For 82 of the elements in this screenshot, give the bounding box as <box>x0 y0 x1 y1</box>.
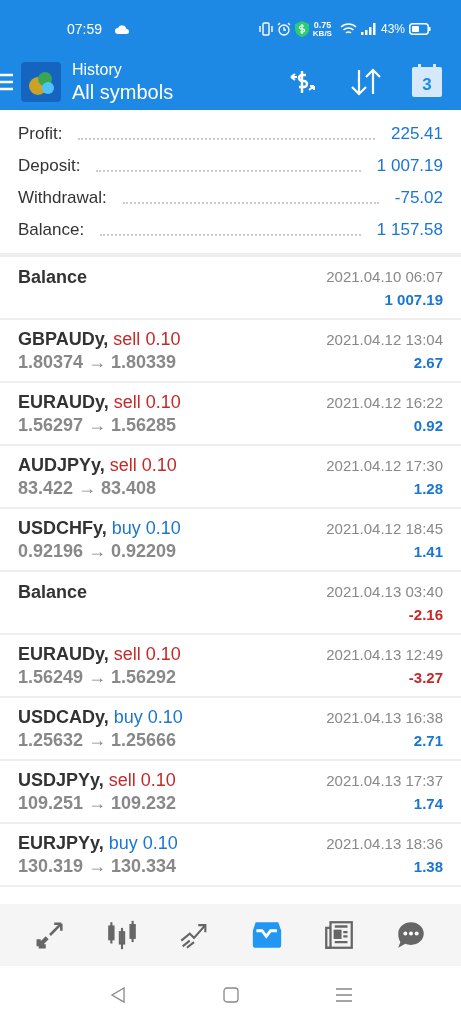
deal-time: 2021.04.13 03:40 <box>326 581 443 602</box>
wifi-icon <box>339 22 357 36</box>
deal-prices: 1.56297 → 1.56285 <box>18 413 178 437</box>
deal-symbol: USDCADy, <box>18 706 109 727</box>
summary-label: Balance: <box>18 218 85 241</box>
deal-amount: 1.28 <box>413 478 443 499</box>
deal-row[interactable]: EURAUDy, sell 0.10 1.56297 → 1.56285 2021.04.12 16:22 0.92 <box>0 383 461 446</box>
deal-symbol: AUDJPYy, <box>18 454 105 475</box>
deal-prices: 130.319 → 130.334 <box>18 854 178 878</box>
deal-time: 2021.04.13 17:37 <box>326 770 443 791</box>
deal-row[interactable]: EURAUDy, sell 0.10 1.56249 → 1.56292 2021.04.13 12:49 -3.27 <box>0 635 461 698</box>
deal-time: 2021.04.12 13:04 <box>326 329 443 350</box>
deal-amount: 1.74 <box>413 793 443 814</box>
deal-time: 2021.04.12 18:45 <box>326 518 443 539</box>
deal-volume: sell 0.10 <box>113 643 181 664</box>
deal-prices: 0.92196 → 0.92209 <box>18 539 178 563</box>
deal-volume: buy 0.10 <box>113 706 183 727</box>
deal-amount: 2.67 <box>413 352 443 373</box>
network-speed-unit: KB/S <box>312 29 332 38</box>
deal-row[interactable]: Balance 2021.04.13 03:40 -2.16 <box>0 572 461 635</box>
deal-time: 2021.04.10 06:07 <box>326 266 443 287</box>
deal-amount: 0.92 <box>413 415 443 436</box>
deal-time: 2021.04.13 16:38 <box>326 707 443 728</box>
alarm-icon <box>276 22 291 36</box>
deal-amount: 1.38 <box>413 856 443 877</box>
deal-time: 2021.04.13 12:49 <box>326 644 443 665</box>
battery-percent: 43% <box>380 21 405 38</box>
deal-symbol: EURJPYy, <box>18 832 104 853</box>
deal-symbol: EURAUDy, <box>18 643 109 664</box>
deal-prices: 1.80374 → 1.80339 <box>18 350 178 374</box>
deal-row[interactable]: AUDJPYy, sell 0.10 83.422 → 83.408 2021.04.12 17:30 1.28 <box>0 446 461 509</box>
deal-amount: 1 007.19 <box>384 289 443 310</box>
deal-symbol: EURAUDy, <box>18 391 109 412</box>
summary-label: Withdrawal: <box>18 186 107 209</box>
deal-symbol: USDJPYy, <box>18 769 104 790</box>
deal-row[interactable]: USDJPYy, sell 0.10 109.251 → 109.232 2021.04.13 17:37 1.74 <box>0 761 461 824</box>
deal-row[interactable]: USDCHFy, buy 0.10 0.92196 → 0.92209 2021.04.12 18:45 1.41 <box>0 509 461 572</box>
sort-arrows-icon[interactable] <box>349 67 383 97</box>
deal-prices: 83.422 → 83.408 <box>18 476 158 500</box>
battery-icon <box>409 23 431 35</box>
status-time: 07:59 <box>67 19 103 39</box>
vibrate-icon <box>258 22 273 36</box>
deal-volume: sell 0.10 <box>108 769 176 790</box>
deal-volume: buy 0.10 <box>108 832 178 853</box>
summary-value: -75.02 <box>394 186 443 209</box>
deal-volume: sell 0.10 <box>113 328 181 349</box>
deal-prices: 109.251 → 109.232 <box>18 791 177 815</box>
menu-icon[interactable] <box>0 72 13 92</box>
deal-symbol: USDCHFy, <box>18 517 107 538</box>
deal-volume: sell 0.10 <box>113 391 181 412</box>
summary-label: Deposit: <box>18 154 81 177</box>
summary-value: 225.41 <box>391 122 443 145</box>
deal-volume: sell 0.10 <box>109 454 177 475</box>
shield-icon <box>294 21 309 37</box>
app-logo-icon <box>21 62 61 102</box>
header-subtitle: All symbols <box>72 79 174 105</box>
deal-amount: 1.41 <box>413 541 443 562</box>
deal-volume: buy 0.10 <box>111 517 181 538</box>
deal-row[interactable]: GBPAUDy, sell 0.10 1.80374 → 1.80339 2021.04.12 13:04 2.67 <box>0 320 461 383</box>
deal-amount: -3.27 <box>408 667 443 688</box>
deal-row[interactable]: EURJPYy, buy 0.10 130.319 → 130.334 2021.04.13 18:36 1.38 <box>0 824 461 887</box>
recents-icon[interactable] <box>334 987 353 1003</box>
home-icon[interactable] <box>222 987 239 1003</box>
deal-time: 2021.04.12 16:22 <box>326 392 443 413</box>
deal-prices: 1.25632 → 1.25666 <box>18 728 178 752</box>
summary-value: 1 157.58 <box>376 218 443 241</box>
deal-time: 2021.04.12 17:30 <box>326 455 443 476</box>
deal-title: Balance <box>18 581 88 604</box>
summary-value: 1 007.19 <box>376 154 443 177</box>
deal-row[interactable]: Balance 2021.04.10 06:07 1 007.19 <box>0 257 461 320</box>
summary-label: Profit: <box>18 122 63 145</box>
deal-symbol: GBPAUDy, <box>18 328 109 349</box>
deal-time: 2021.04.13 18:36 <box>326 833 443 854</box>
deal-row[interactable]: USDCADy, buy 0.10 1.25632 → 1.25666 2021.04.13 16:38 2.71 <box>0 698 461 761</box>
signal-icon <box>360 23 377 35</box>
deal-title: Balance <box>18 266 88 289</box>
deal-amount: -2.16 <box>408 604 443 625</box>
cloud-icon <box>114 24 131 34</box>
deal-amount: 2.71 <box>413 730 443 751</box>
network-speed: 0.75 <box>313 20 332 30</box>
deal-prices: 1.56249 → 1.56292 <box>18 665 178 689</box>
header-title: History <box>72 59 123 80</box>
